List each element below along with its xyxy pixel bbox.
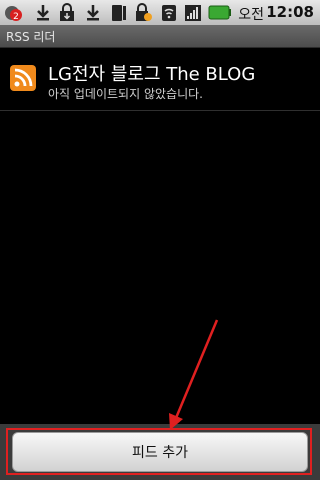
status-time: 12:08 bbox=[266, 3, 314, 21]
list-divider bbox=[0, 110, 320, 111]
wifi-icon bbox=[162, 5, 176, 21]
rss-feed-icon bbox=[10, 65, 36, 91]
notification-icon[interactable]: 2 bbox=[4, 3, 22, 22]
signal-strength-icon bbox=[185, 5, 201, 21]
status-bar: 2 오전 12:08 bbox=[0, 0, 320, 25]
download-icon bbox=[37, 5, 49, 21]
app-title: RSS 리더 bbox=[6, 30, 56, 44]
lock-alert-icon bbox=[136, 3, 152, 21]
lock-download-icon bbox=[60, 3, 74, 21]
feed-list-item[interactable]: LG전자 블로그 The BLOG 아직 업데이트되지 않았습니다. bbox=[0, 48, 320, 110]
sim-card-icon bbox=[112, 5, 126, 21]
add-feed-button[interactable]: 피드 추가 bbox=[12, 432, 308, 472]
app-title-bar: RSS 리더 bbox=[0, 25, 320, 48]
battery-icon bbox=[208, 5, 231, 20]
status-ampm: 오전 bbox=[238, 7, 264, 23]
download-complete-icon bbox=[87, 5, 99, 21]
feed-title: LG전자 블로그 The BLOG bbox=[48, 64, 256, 85]
notification-count: 2 bbox=[13, 12, 19, 22]
feed-status-text: 아직 업데이트되지 않았습니다. bbox=[48, 87, 203, 101]
